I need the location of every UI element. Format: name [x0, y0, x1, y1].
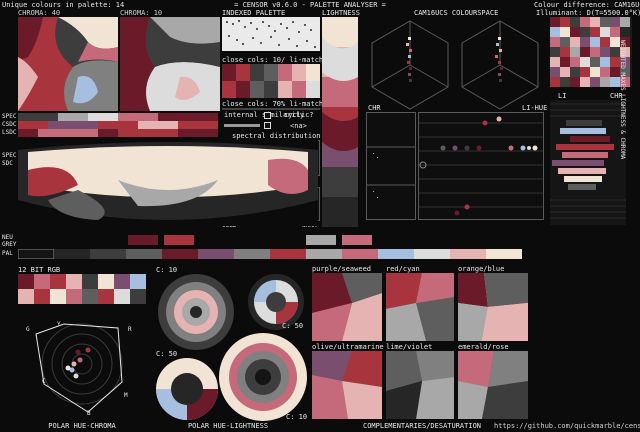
comp-label-3: olive/ultramarine: [312, 343, 384, 351]
lsdc-label: LSDC: [2, 129, 17, 136]
neutral-swatch-3: [306, 235, 336, 245]
polar-hue-chroma-label: POLAR HUE-CHROMA: [48, 422, 116, 430]
chroma-40-hue-map: [18, 17, 118, 111]
chroma-10-hue-map: [120, 17, 220, 111]
colour-difference-label: Colour difference: CAM16UCS: [534, 1, 640, 9]
spectral-distribution-label: spectral distribution: [232, 132, 321, 140]
close-cols-swatches-1: [222, 64, 320, 98]
comp-label-0: purple/seaweed: [312, 265, 372, 273]
spec-label-2: SPEC: [2, 152, 17, 159]
illuminant-label: Illuminant: D(T=5500.0°K): [536, 9, 640, 17]
hue-letter-c: C: [42, 378, 46, 385]
colourspace-label: CAM16UCS COLOURSPACE: [414, 9, 499, 17]
hue-letter-b: B: [87, 410, 91, 417]
12-bit-rgb-map: [18, 274, 146, 304]
comp-tile-3: [312, 351, 382, 419]
polar-hue-lightness-label: POLAR HUE-LIGHTNESS: [187, 422, 269, 430]
chr-strip: [366, 112, 416, 220]
polar-lightness-c10b: [218, 332, 308, 422]
chroma-10-label: CHROMA: 10: [120, 9, 163, 17]
close-cols-label-1: close cols: 10/ li-match: [222, 56, 324, 64]
chroma-40-label: CHROMA: 40: [18, 9, 61, 17]
colourspace-panel: [365, 17, 545, 111]
comp-label-2: orange/blue: [458, 265, 505, 273]
cyclic-label: cyclic?: [284, 111, 314, 119]
li-label: LI: [558, 92, 567, 100]
indexed-palette-image: [222, 17, 320, 51]
polar-lightness-c50b: [154, 356, 220, 422]
hue-letter-g: G: [26, 326, 30, 333]
unique-colours-label: Unique colours in palette: 14: [2, 1, 125, 9]
neutral-swatch-4: [342, 235, 372, 245]
neutral-swatch-2: [164, 235, 194, 245]
palette-strip: [18, 249, 522, 259]
internal-similarity-checkbox[interactable]: [264, 112, 271, 119]
12-bit-rgb-label: 12 BIT RGB: [18, 266, 61, 274]
grey-label: GREY: [2, 241, 17, 248]
hue-letter-r: R: [128, 326, 132, 333]
comp-label-1: red/cyan: [386, 265, 420, 273]
weighted-maxes-label: WEIGHTED MAXES LIGHTNESS & CHROMA: [619, 40, 626, 160]
comp-label-5: emerald/rose: [458, 343, 509, 351]
comp-tile-4: [386, 351, 454, 419]
cyclic-checkbox[interactable]: [264, 122, 271, 129]
hue-letter-y: Y: [57, 321, 61, 328]
lightness-label: LIGHTNESS: [322, 9, 360, 17]
chr-label: CHR: [368, 104, 381, 112]
li-hue-label: LI-HUE: [522, 104, 548, 112]
chroma-50-label-a: C: 50: [282, 322, 304, 330]
cyclic-na-value: <na>: [290, 122, 307, 130]
spec-rows: [18, 113, 218, 137]
app-title: = CENSOR v0.6.0 - PALETTE ANALYSER =: [234, 1, 386, 9]
spectrum-blob: [18, 140, 318, 226]
close-cols-label-2: close cols: 70% li-match: [222, 100, 324, 108]
complementaries-label: COMPLEMENTARIES/DESATURATION: [362, 422, 482, 430]
pal-label: PAL: [2, 250, 13, 257]
comp-tile-5: [458, 351, 528, 419]
chroma-10-label-b: C: 10: [286, 413, 308, 421]
lightness-chroma-bars: [550, 100, 626, 225]
comp-label-4: lime/violet: [386, 343, 433, 351]
lightness-map: [322, 17, 358, 227]
comp-tile-2: [458, 273, 528, 341]
similarity-bar: [224, 124, 260, 127]
hue-letter-m: M: [124, 392, 128, 399]
github-link[interactable]: https://github.com/quickmarble/censor: [494, 422, 640, 430]
comp-tile-1: [386, 273, 454, 341]
indexed-palette-label: INDEXED PALETTE: [222, 9, 286, 17]
comp-tile-0: [312, 273, 382, 341]
neutral-swatch-1: [128, 235, 158, 245]
li-hue-graph: [418, 112, 544, 220]
polar-hue-chroma: [18, 312, 146, 420]
spec-label: SPEC: [2, 113, 17, 120]
csdc-label: CSDC: [2, 121, 17, 128]
close-cols-divider: [222, 108, 320, 110]
sdc-label: SDC: [2, 160, 13, 167]
